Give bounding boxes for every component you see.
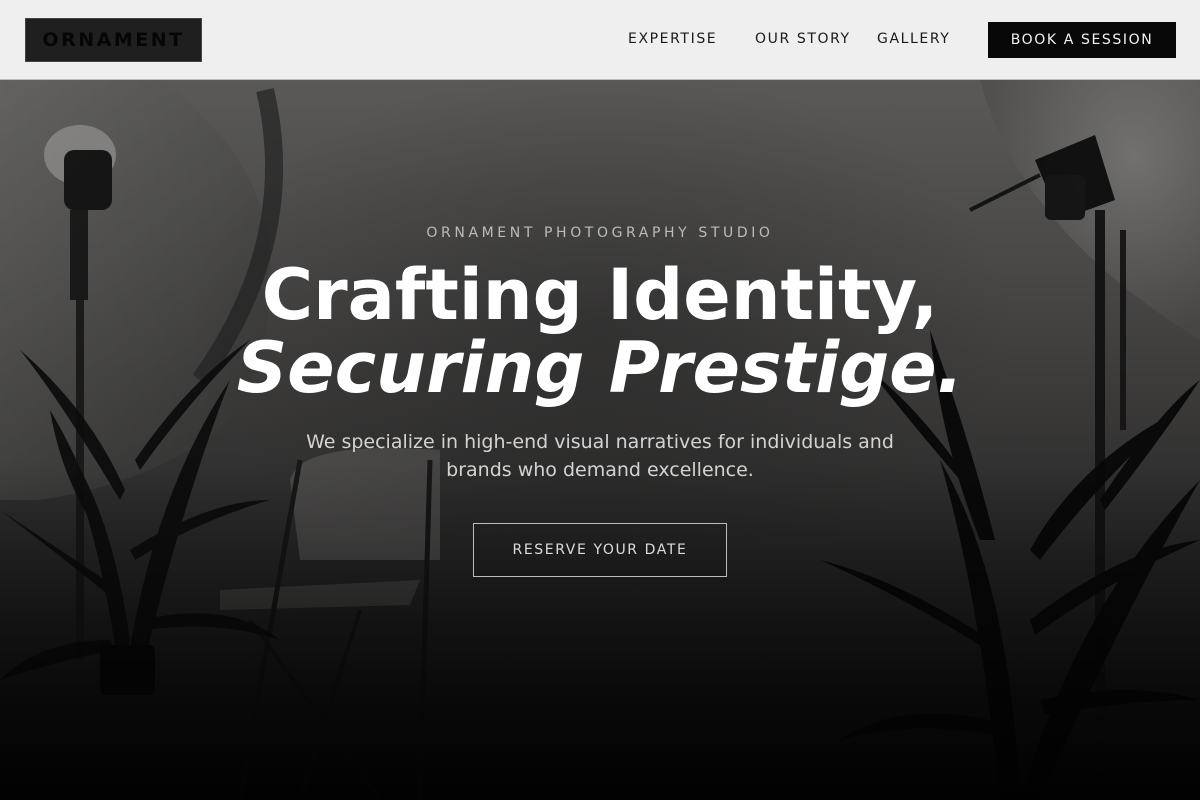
hero-headline-line2: Securing Prestige. (236, 327, 964, 409)
logo[interactable]: ORNAMENT (25, 18, 202, 62)
book-session-button[interactable]: BOOK A SESSION (988, 22, 1176, 58)
nav-link-expertise[interactable]: EXPERTISE (628, 31, 717, 47)
nav-link-gallery[interactable]: GALLERY (877, 31, 950, 47)
reserve-date-button[interactable]: RESERVE YOUR DATE (473, 523, 727, 577)
hero-section: ORNAMENT PHOTOGRAPHY STUDIO Crafting Ide… (0, 80, 1200, 800)
hero-headline-line1: Crafting Identity, (261, 254, 939, 336)
hero-eyebrow: ORNAMENT PHOTOGRAPHY STUDIO (426, 225, 774, 241)
site-header: ORNAMENT EXPERTISE OUR STORY GALLERY BOO… (0, 0, 1200, 80)
hero-subtitle: We specialize in high-end visual narrati… (306, 431, 894, 481)
nav-link-our-story[interactable]: OUR STORY (755, 31, 851, 47)
